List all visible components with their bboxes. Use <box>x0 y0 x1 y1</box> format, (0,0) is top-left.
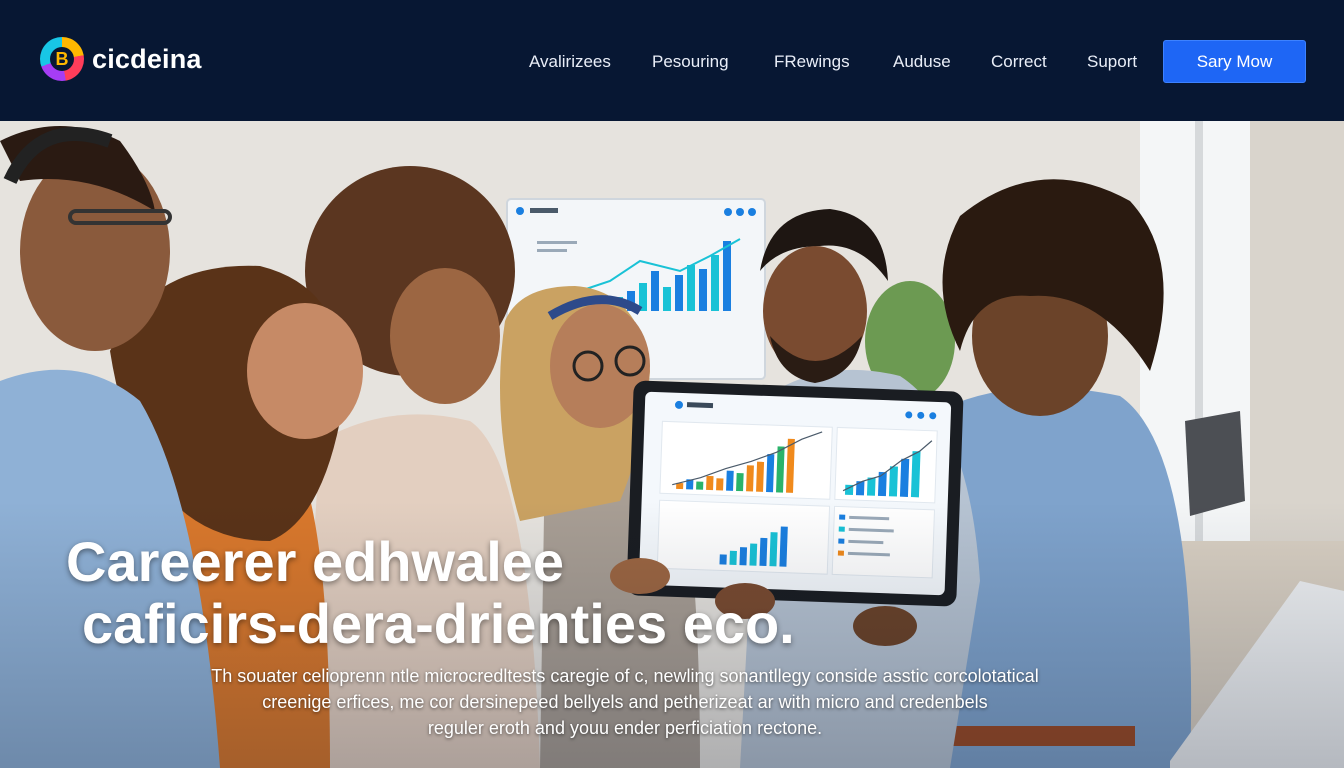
wall-bar-4 <box>663 287 671 311</box>
tablet-a-bar-7 <box>746 465 754 492</box>
tablet-a-bar-6 <box>736 472 744 492</box>
wall-bar-5 <box>675 275 683 311</box>
hero-headline: Careerer edhwalee caficirs-dera-drientie… <box>66 531 795 655</box>
hero-description-line-1: Th souater celioprenn ntle microcredltes… <box>211 666 1039 686</box>
tablet-a-bar-8 <box>756 461 765 492</box>
tablet-a-bar-2 <box>696 481 704 490</box>
tablet-b-bar-2 <box>866 477 876 496</box>
wall-bar-9 <box>723 241 731 311</box>
tablet-a-bar-5 <box>726 470 734 491</box>
nav-link-auduse[interactable]: Auduse <box>893 52 951 72</box>
nav-link-correct[interactable]: Correct <box>991 52 1047 72</box>
tablet-b-bar-4 <box>888 466 898 497</box>
tablet-a-bar-3 <box>706 475 714 491</box>
tablet-b-bar-5 <box>899 458 910 497</box>
nav-link-pesouring[interactable]: Pesouring <box>652 52 729 72</box>
nav-links: Avalirizees Pesouring FRewings Auduse Co… <box>0 52 1344 72</box>
hero-section: Careerer edhwalee caficirs-dera-drientie… <box>0 121 1344 768</box>
wall-bar-8 <box>711 255 719 311</box>
tablet-a-bar-9 <box>766 454 775 493</box>
nav-link-suport[interactable]: Suport <box>1087 52 1137 72</box>
hero-description-line-3: reguler eroth and youu ender perficiatio… <box>427 718 823 738</box>
hero-description-line-2: creenige erfices, me cor dersinepeed bel… <box>262 692 988 712</box>
tablet-b-bar-6 <box>910 451 921 498</box>
nav-link-avalirizees[interactable]: Avalirizees <box>529 52 611 72</box>
hero-headline-line-2: caficirs-dera-drienties eco. <box>82 592 795 655</box>
wall-bar-3 <box>651 271 659 311</box>
top-navigation-bar: B cicdeina Avalirizees Pesouring FRewing… <box>0 0 1344 121</box>
nav-link-frewings[interactable]: FRewings <box>774 52 850 72</box>
wall-bar-7 <box>699 269 707 311</box>
wall-bar-6 <box>687 265 695 311</box>
tablet-b-bar-3 <box>877 471 887 497</box>
hero-description: Th souater celioprenn ntle microcredltes… <box>150 663 1100 741</box>
tablet-a-bar-4 <box>716 478 724 491</box>
cta-button[interactable]: Sary Mow <box>1163 40 1306 83</box>
hero-headline-line-1: Careerer edhwalee <box>66 530 565 593</box>
